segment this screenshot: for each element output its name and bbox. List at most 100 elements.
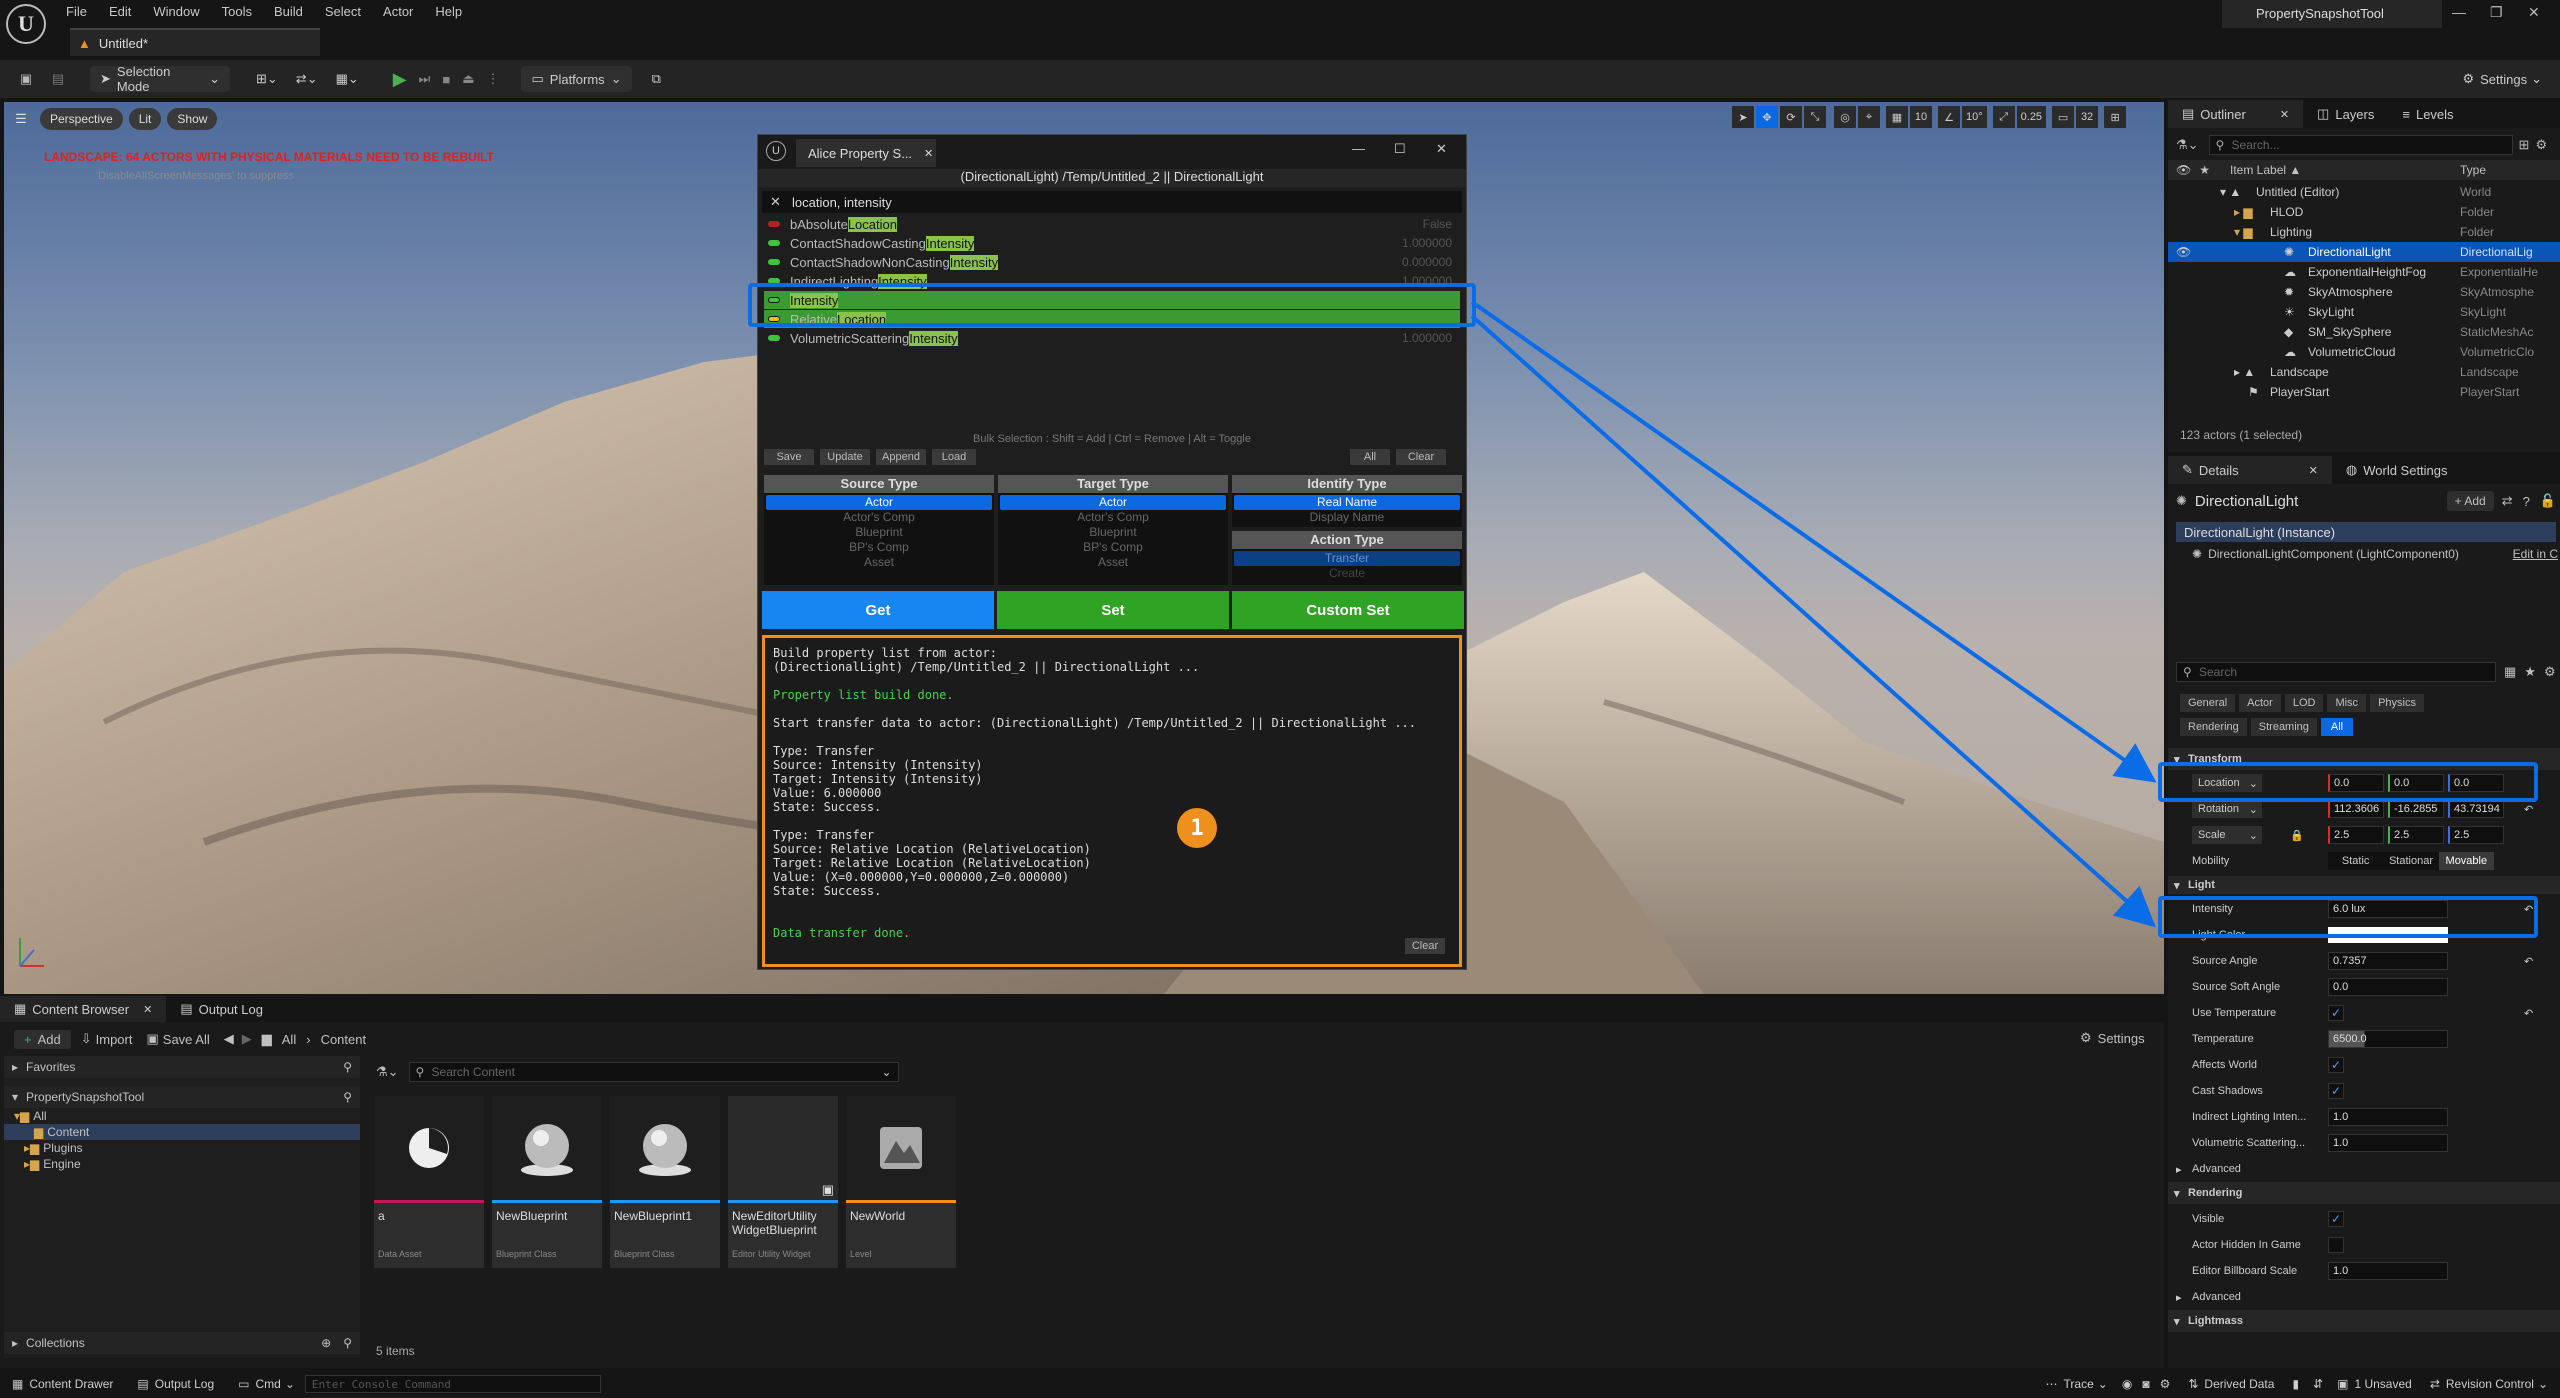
outliner-row[interactable]: ☀ SkyLight SkyLight [2168, 302, 2560, 322]
add-component-button[interactable]: + Add [2446, 491, 2494, 511]
outliner-row[interactable]: ▾ ▆ Lighting Folder [2168, 222, 2560, 242]
mobility-movable[interactable]: Movable [2438, 852, 2494, 870]
blueprint-icon[interactable]: ⇄ [2502, 493, 2513, 509]
console-input[interactable]: Enter Console Command [304, 1375, 601, 1393]
back-icon[interactable]: ◀ [224, 1031, 234, 1047]
star-icon[interactable]: ★ [2524, 664, 2536, 680]
gear-icon[interactable]: ⚙ [2544, 664, 2556, 680]
filter-physics[interactable]: Physics [2370, 694, 2424, 712]
section-rendering[interactable]: ▾ Rendering [2168, 1182, 2560, 1204]
content-drawer-button[interactable]: ▦ Content Drawer [12, 1377, 113, 1391]
col-type[interactable]: Type [2460, 163, 2486, 177]
output-log-button[interactable]: ▤ Output Log [137, 1377, 214, 1391]
import-button[interactable]: ⇩ Import [81, 1031, 133, 1047]
reset-icon[interactable]: ↶ [2524, 1007, 2533, 1020]
collections-header[interactable]: ▸ Collections ⊕ ⚲ [4, 1332, 360, 1354]
asset-tile[interactable]: NewBlueprint1 Blueprint Class [610, 1096, 720, 1268]
hidden-in-game-checkbox[interactable] [2328, 1237, 2344, 1253]
asset-tile[interactable]: a Data Asset [374, 1096, 484, 1268]
source-soft-angle-field[interactable]: 0.0 [2328, 978, 2448, 996]
breadcrumb-content[interactable]: Content [321, 1032, 367, 1047]
outliner-row[interactable]: ⚑ PlayerStart PlayerStart [2168, 382, 2560, 402]
section-light[interactable]: ▾ Light [2168, 876, 2560, 894]
close-icon[interactable]: ✕ [2280, 108, 2289, 121]
add-folder-icon[interactable]: ⊞ [2519, 137, 2530, 153]
project-header[interactable]: ▾ PropertySnapshotTool ⚲ [4, 1086, 360, 1108]
eye-icon[interactable]: 👁 [2176, 245, 2191, 259]
use-temperature-checkbox[interactable]: ✓ [2328, 1005, 2344, 1021]
filter-general[interactable]: General [2180, 694, 2236, 712]
outliner-row[interactable]: ▸ ▆ HLOD Folder [2168, 202, 2560, 222]
content-settings-button[interactable]: ⚙ Settings [2080, 1030, 2145, 1046]
outliner-row-selected[interactable]: 👁 ✺ DirectionalLight DirectionalLig [2168, 242, 2560, 262]
filter-icon[interactable]: ⚗⌄ [376, 1064, 399, 1080]
filter-all[interactable]: All [2320, 718, 2354, 736]
outliner-row[interactable]: ◆ SM_SkySphere StaticMeshAc [2168, 322, 2560, 342]
filter-streaming[interactable]: Streaming [2250, 718, 2317, 736]
scale-z-field[interactable]: 2.5 [2448, 826, 2504, 844]
outliner-row[interactable]: ▾ ▲ Untitled (Editor) World [2168, 182, 2560, 202]
filter-lod[interactable]: LOD [2284, 694, 2324, 712]
visible-checkbox[interactable]: ✓ [2328, 1211, 2344, 1227]
tab-content-browser[interactable]: ▦ Content Browser ✕ [0, 996, 167, 1022]
rotation-y-field[interactable]: -16.2855 [2388, 800, 2444, 818]
outliner-row[interactable]: ☁ ExponentialHeightFog ExponentialHe [2168, 262, 2560, 282]
section-lightmass[interactable]: ▾ Lightmass [2168, 1310, 2560, 1332]
component-row[interactable]: ✺ DirectionalLightComponent (LightCompone… [2192, 544, 2558, 564]
col-item-label[interactable]: Item Label ▲ [2230, 163, 2301, 177]
asset-tile[interactable]: NewBlueprint Blueprint Class [492, 1096, 602, 1268]
tab-levels[interactable]: ≡ Levels [2388, 100, 2467, 128]
search-icon[interactable]: ⚲ [343, 1090, 352, 1104]
close-icon[interactable]: ✕ [2309, 464, 2318, 477]
forward-icon[interactable]: ▶ [242, 1031, 252, 1047]
asset-tile[interactable]: NewWorld Level [846, 1096, 956, 1268]
scale-y-field[interactable]: 2.5 [2388, 826, 2444, 844]
lock-icon[interactable]: 🔒 [2290, 829, 2304, 842]
derived-data-button[interactable]: ⇅ Derived Data [2188, 1377, 2274, 1391]
rotation-x-field[interactable]: 112.3606 [2328, 800, 2384, 818]
rotation-dropdown[interactable]: Rotation ⌄ [2192, 800, 2262, 818]
cmd-dropdown[interactable]: ▭ Cmd ⌄ [238, 1377, 295, 1391]
cast-shadows-checkbox[interactable]: ✓ [2328, 1083, 2344, 1099]
tab-layers[interactable]: ◫ Layers [2303, 100, 2388, 128]
help-icon[interactable]: ? [2523, 494, 2530, 509]
details-search-input[interactable]: ⚲ Search [2176, 662, 2496, 682]
revision-control-button[interactable]: ⇄ Revision Control ⌄ [2430, 1377, 2548, 1391]
component-instance-row[interactable]: DirectionalLight (Instance) [2176, 522, 2556, 542]
outliner-row[interactable]: ▸ ▲ Landscape Landscape [2168, 362, 2560, 382]
edit-in-link[interactable]: Edit in C [2513, 547, 2558, 561]
filter-misc[interactable]: Misc [2327, 694, 2367, 712]
asset-tile[interactable]: ▣ NewEditorUtility WidgetBlueprint Edito… [728, 1096, 838, 1268]
outliner-row[interactable]: ✹ SkyAtmosphere SkyAtmosphe [2168, 282, 2560, 302]
camera-icon[interactable]: ◙ [2142, 1377, 2149, 1391]
add-button[interactable]: + Add [14, 1029, 71, 1049]
indirect-lighting-field[interactable]: 1.0 [2328, 1108, 2448, 1126]
add-collection-icon[interactable]: ⊕ [321, 1336, 331, 1350]
reset-icon[interactable]: ↶ [2524, 955, 2533, 968]
scale-x-field[interactable]: 2.5 [2328, 826, 2384, 844]
tree-item-content[interactable]: ▆ Content [4, 1124, 360, 1140]
asset-search-input[interactable]: ⚲ Search Content ⌄ [408, 1062, 899, 1082]
filter-actor[interactable]: Actor [2239, 694, 2281, 712]
save-all-button[interactable]: ▣ Save All [146, 1031, 209, 1047]
search-icon[interactable]: ⚲ [343, 1060, 352, 1074]
outliner-row[interactable]: ☁ VolumetricCloud VolumetricClo [2168, 342, 2560, 362]
favorites-header[interactable]: ▸ Favorites ⚲ [4, 1056, 360, 1078]
advanced-row[interactable]: ▸ Advanced [2168, 1156, 2560, 1182]
volumetric-scattering-field[interactable]: 1.0 [2328, 1134, 2448, 1152]
filter-rendering[interactable]: Rendering [2180, 718, 2247, 736]
temperature-field[interactable]: 6500.0 [2328, 1030, 2448, 1048]
reset-icon[interactable]: ↶ [2524, 803, 2533, 816]
affects-world-checkbox[interactable]: ✓ [2328, 1057, 2344, 1073]
source-angle-field[interactable]: 0.7357 [2328, 952, 2448, 970]
filter-icon[interactable]: ⚗⌄ [2176, 137, 2199, 153]
close-icon[interactable]: ✕ [143, 1003, 152, 1016]
lock-icon[interactable]: 🔓 [2540, 493, 2556, 509]
tree-item-plugins[interactable]: ▸▆ Plugins [4, 1140, 360, 1156]
settings-icon[interactable]: ⚙ [2160, 1377, 2171, 1391]
tab-outliner[interactable]: ▤ Outliner ✕ [2168, 100, 2304, 128]
table-view-icon[interactable]: ▦ [2504, 664, 2516, 680]
tab-world-settings[interactable]: ◍ World Settings [2332, 456, 2462, 484]
advanced-row[interactable]: ▸ Advanced [2168, 1284, 2560, 1310]
tree-item-all[interactable]: ▾▆ All [4, 1108, 360, 1124]
